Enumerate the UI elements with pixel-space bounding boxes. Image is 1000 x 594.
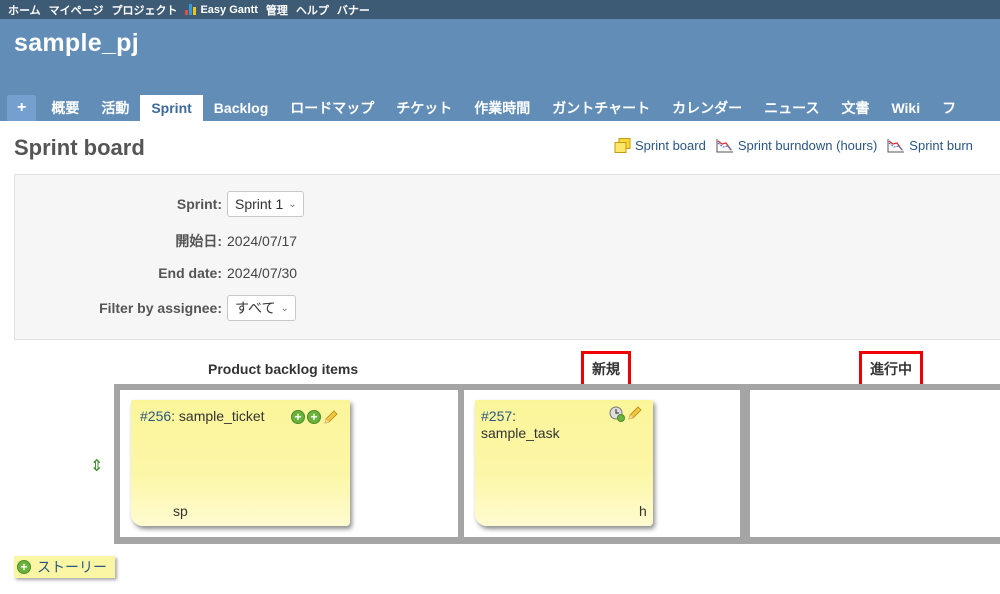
top-menu-easy-gantt-label: Easy Gantt — [200, 3, 258, 16]
top-menu-banner[interactable]: バナー — [337, 2, 370, 18]
task-subject: sample_task — [481, 425, 560, 441]
story-actions: + + — [291, 410, 338, 425]
board-cell-backlog: #256: sample_ticket + + sp — [120, 390, 458, 537]
chevron-down-icon: ⌄ — [288, 198, 297, 210]
tab-issues[interactable]: チケット — [385, 95, 463, 121]
tab-news[interactable]: ニュース — [753, 95, 830, 121]
task-actions — [609, 406, 642, 422]
task-id-link[interactable]: #257 — [481, 408, 512, 424]
main-menu: + 概要 活動 Sprint Backlog ロードマップ チケット 作業時間 … — [7, 93, 967, 121]
top-menu-home[interactable]: ホーム — [8, 2, 41, 18]
tab-calendar[interactable]: カレンダー — [661, 95, 753, 121]
project-header: sample_pj + 概要 活動 Sprint Backlog ロードマップ … — [0, 19, 1000, 121]
page-title: Sprint board — [14, 135, 145, 160]
top-menu-projects[interactable]: プロジェクト — [111, 2, 177, 18]
add-story-button[interactable]: + ストーリー — [14, 556, 115, 578]
story-title-line: #256: sample_ticket — [140, 408, 265, 424]
edit-pencil-icon[interactable] — [323, 410, 338, 425]
task-title-colon: : — [512, 408, 517, 424]
board-cell-in-progress — [750, 390, 1000, 537]
tab-time-entries[interactable]: 作業時間 — [463, 95, 541, 121]
sprint-burndown-points-label: Sprint burn — [909, 138, 973, 153]
burndown-chart-icon — [887, 139, 905, 153]
tab-sprint[interactable]: Sprint — [140, 95, 203, 121]
start-date-label: 開始日: — [175, 233, 222, 249]
drag-handle-icon[interactable]: ⇕ — [90, 456, 103, 476]
story-points: sp — [173, 503, 188, 519]
story-title: : sample_ticket — [171, 408, 265, 424]
sprint-burndown-points-link[interactable]: Sprint burn — [887, 138, 973, 153]
sprint-burndown-hours-link[interactable]: Sprint burndown (hours) — [716, 138, 877, 153]
sprint-row: Sprint: Sprint 1 ⌄ — [15, 191, 304, 217]
add-icon: + — [17, 560, 31, 574]
tab-documents[interactable]: 文書 — [830, 95, 880, 121]
tab-gantt[interactable]: ガントチャート — [541, 95, 661, 121]
sprint-board-link[interactable]: Sprint board — [614, 138, 706, 153]
project-title: sample_pj — [14, 29, 139, 57]
sprint-select-value: Sprint 1 — [235, 196, 284, 212]
column-header-in-progress: 進行中 — [859, 351, 923, 387]
sprint-select[interactable]: Sprint 1 ⌄ — [227, 191, 304, 217]
board-cell-new: #257: sample_task h — [464, 390, 740, 537]
add-story-label: ストーリー — [37, 559, 107, 575]
sprint-board: #256: sample_ticket + + sp #257: sample_… — [114, 384, 1000, 544]
column-header-new: 新規 — [581, 351, 631, 387]
top-menu-mypage[interactable]: マイページ — [49, 2, 104, 18]
tab-overview[interactable]: 概要 — [40, 95, 90, 121]
sprint-filter-box: Sprint: Sprint 1 ⌄ 開始日: 2024/07/17 End d… — [14, 174, 1000, 340]
start-date-value: 2024/07/17 — [227, 233, 298, 249]
assignee-row: Filter by assignee: すべて ⌄ — [15, 295, 296, 321]
sticky-notes-icon — [614, 138, 631, 153]
chevron-down-icon: ⌄ — [280, 302, 289, 314]
end-date-value: 2024/07/30 — [227, 265, 298, 281]
time-entry-icon[interactable] — [609, 406, 625, 422]
top-menu-easy-gantt[interactable]: Easy Gantt — [185, 3, 258, 16]
sprint-burndown-hours-label: Sprint burndown (hours) — [737, 138, 878, 153]
story-id-link[interactable]: #256 — [140, 408, 171, 424]
end-date-label: End date: — [158, 265, 222, 281]
task-title-line: #257: — [481, 408, 516, 424]
tab-backlog[interactable]: Backlog — [203, 95, 279, 121]
assignee-label: Filter by assignee: — [99, 300, 222, 316]
story-card[interactable]: #256: sample_ticket + + sp — [131, 400, 350, 526]
top-menu: ホーム マイページ プロジェクト Easy Gantt 管理 ヘルプ バナー — [0, 0, 1000, 19]
top-menu-admin[interactable]: 管理 — [266, 2, 288, 18]
start-date-row: 開始日: 2024/07/17 — [15, 231, 297, 251]
tab-activity[interactable]: 活動 — [90, 95, 140, 121]
tab-wiki[interactable]: Wiki — [880, 95, 931, 121]
tab-roadmap[interactable]: ロードマップ — [279, 95, 385, 121]
end-date-row: End date: 2024/07/30 — [15, 265, 297, 281]
contextual-links: Sprint board Sprint burndown (hours) Spr… — [614, 138, 983, 153]
assignee-select[interactable]: すべて ⌄ — [227, 295, 296, 321]
easy-gantt-icon — [185, 4, 197, 15]
column-header-backlog: Product backlog items — [208, 361, 359, 377]
top-menu-help[interactable]: ヘルプ — [296, 2, 329, 18]
assignee-select-value: すべて — [235, 300, 276, 316]
add-impediment-icon[interactable]: + — [307, 410, 321, 424]
edit-pencil-icon[interactable] — [627, 406, 642, 421]
task-card[interactable]: #257: sample_task h — [475, 400, 653, 526]
add-task-icon[interactable]: + — [291, 410, 305, 424]
new-object-tab[interactable]: + — [7, 95, 37, 121]
task-hours: h — [639, 503, 647, 519]
sprint-board-link-label: Sprint board — [635, 138, 706, 153]
sprint-label: Sprint: — [176, 196, 222, 212]
tab-files[interactable]: フ — [931, 95, 967, 121]
burndown-chart-icon — [716, 139, 733, 153]
